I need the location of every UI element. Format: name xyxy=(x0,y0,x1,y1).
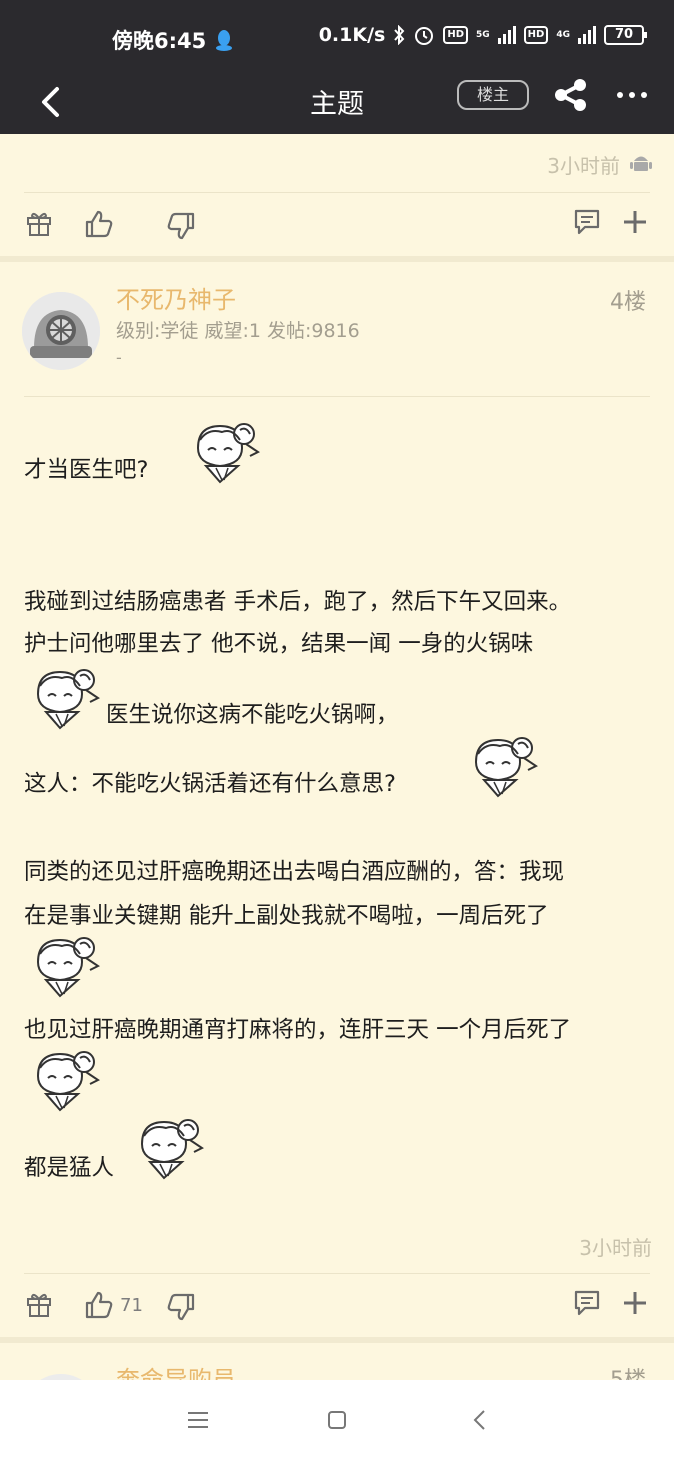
qq-icon xyxy=(216,30,233,51)
sticker-emoji xyxy=(24,932,104,1002)
thumbs-down-icon xyxy=(167,212,195,240)
post-time: 3小时前 xyxy=(579,1236,652,1260)
menu-button[interactable] xyxy=(180,1402,216,1438)
content-line-1: 才当医生吧? xyxy=(24,457,149,483)
share-button[interactable] xyxy=(552,78,590,112)
more-button[interactable] xyxy=(612,80,652,110)
sim1-label: 5G xyxy=(476,29,490,40)
post-actions: 71 xyxy=(0,1274,674,1336)
status-bar: 傍晚6:45 0.1K/s HD 5G HD 4G 70 xyxy=(0,0,674,70)
like-button[interactable]: 71 xyxy=(84,1290,143,1320)
hd-badge-2: HD xyxy=(523,26,549,44)
home-button[interactable] xyxy=(319,1402,355,1438)
content-line-6: 同类的还见过肝癌晚期还出去喝白酒应酬的，答：我现 xyxy=(24,859,565,885)
signal-icon-2 xyxy=(578,26,596,44)
comment-icon xyxy=(574,209,600,235)
battery-indicator: 70 xyxy=(604,25,647,45)
sticker-emoji xyxy=(462,732,542,802)
status-right: 0.1K/s HD 5G HD 4G 70 xyxy=(318,24,647,46)
menu-icon xyxy=(188,1412,208,1428)
bluetooth-icon xyxy=(394,25,405,45)
sticker-emoji xyxy=(24,1046,104,1116)
alarm-icon xyxy=(415,27,434,45)
prev-post-actions xyxy=(0,193,674,255)
diving-helmet-avatar xyxy=(22,292,100,370)
status-left: 傍晚6:45 xyxy=(112,25,234,55)
post-separator xyxy=(0,1337,674,1343)
content-line-5: 这人：不能吃火锅活着还有什么意思? xyxy=(24,771,396,797)
owner-only-button[interactable]: 楼主 xyxy=(457,80,529,110)
home-icon xyxy=(328,1411,346,1429)
thumbs-up-icon xyxy=(85,1291,113,1319)
content-line-2: 我碰到过结肠癌患者 手术后，跑了，然后下午又回来。 xyxy=(24,589,572,615)
divider xyxy=(24,396,650,397)
gift-icon xyxy=(27,1293,51,1317)
add-button[interactable] xyxy=(622,1290,648,1316)
sticker-emoji xyxy=(24,664,104,734)
plus-icon xyxy=(624,1292,646,1314)
post-header: 不死乃神子 级别:学徒 威望:1 发帖:9816 - 4楼 xyxy=(0,262,674,396)
content-line-9: 都是猛人 xyxy=(24,1155,115,1181)
like-button[interactable] xyxy=(84,209,114,239)
dislike-button[interactable] xyxy=(166,211,196,241)
floor-number: 4楼 xyxy=(610,290,646,315)
content-line-4: 医生说你这病不能吃火锅啊， xyxy=(106,702,399,728)
share-icon xyxy=(555,79,586,111)
add-button[interactable] xyxy=(622,209,648,235)
signal-icon-1 xyxy=(497,26,516,44)
sticker-emoji xyxy=(184,418,264,488)
hd-badge-1: HD xyxy=(443,26,469,44)
back-nav-icon xyxy=(473,1410,485,1430)
gift-button[interactable] xyxy=(25,1290,53,1318)
content-line-8: 也见过肝癌晚期通宵打麻将的，连肝三天 一个月后死了 xyxy=(24,1017,572,1043)
content-line-7: 在是事业关键期 能升上副处我就不喝啦，一周后死了 xyxy=(24,903,549,929)
status-time: 傍晚6:45 xyxy=(112,29,207,53)
system-nav-bar xyxy=(0,1380,674,1460)
comment-icon xyxy=(574,1290,600,1316)
more-icon xyxy=(617,92,647,98)
user-signature: - xyxy=(116,348,122,367)
dislike-button[interactable] xyxy=(166,1292,196,1322)
sim2-label: 4G xyxy=(556,29,570,40)
network-speed: 0.1K/s xyxy=(318,24,386,46)
avatar[interactable] xyxy=(22,292,100,370)
plus-icon xyxy=(624,211,646,233)
android-icon xyxy=(630,156,652,171)
username[interactable]: 不死乃神子 xyxy=(116,280,236,315)
thumbs-up-icon xyxy=(85,210,113,238)
next-post-header: 奔命导购员 5楼 xyxy=(0,1344,674,1380)
username[interactable]: 奔命导购员 xyxy=(116,1360,236,1380)
prev-post-time: 3小时前 xyxy=(547,154,620,178)
sticker-emoji xyxy=(128,1114,208,1184)
gift-button[interactable] xyxy=(25,209,53,237)
gift-icon xyxy=(27,212,51,236)
top-navbar: 主题 楼主 xyxy=(0,70,674,134)
comment-button[interactable] xyxy=(573,1289,601,1317)
floor-number: 5楼 xyxy=(610,1362,646,1380)
system-back-button[interactable] xyxy=(461,1402,497,1438)
comment-button[interactable] xyxy=(573,208,601,236)
content-line-3: 护士问他哪里去了 他不说，结果一闻 一身的火锅味 xyxy=(24,631,534,657)
user-stats: 级别:学徒 威望:1 发帖:9816 xyxy=(116,320,360,342)
thumbs-down-icon xyxy=(167,1293,195,1321)
like-count: 71 xyxy=(120,1294,143,1316)
